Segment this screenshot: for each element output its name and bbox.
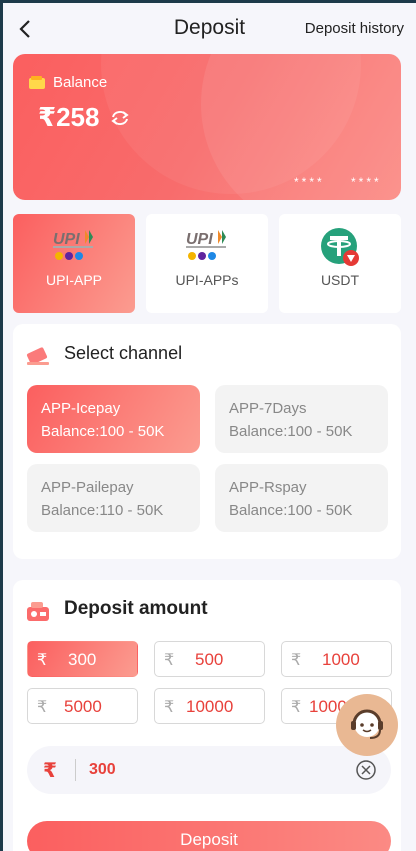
card-number-mask: **** — [351, 175, 382, 189]
channel-range: Balance:110 - 50K — [41, 502, 164, 519]
currency-symbol: ₹ — [291, 652, 302, 669]
method-label: UPI-APPs — [175, 272, 239, 288]
card-number-mask: **** — [294, 175, 325, 189]
amount-value: 10000 — [186, 697, 234, 716]
channel-panel: Select channel APP-Icepay Balance:100 - … — [13, 324, 401, 559]
channel-option[interactable]: APP-Pailepay Balance:110 - 50K — [27, 464, 200, 532]
channel-option[interactable]: APP-Rspay Balance:100 - 50K — [215, 464, 388, 532]
method-upi-apps[interactable]: UPI UPI-APPs — [146, 214, 268, 313]
amount-value: 300 — [68, 650, 97, 669]
channel-range: Balance:100 - 50K — [229, 423, 353, 440]
wallet-icon — [29, 76, 45, 89]
channel-name: APP-7Days — [229, 400, 307, 417]
amount-value: 500 — [195, 650, 224, 669]
amount-value: 1000 — [322, 650, 360, 669]
currency-symbol: ₹ — [291, 699, 302, 716]
section-title: Deposit amount — [64, 598, 208, 619]
amount-preset-button[interactable]: ₹ 10000 — [154, 688, 265, 724]
amount-input[interactable] — [89, 756, 329, 784]
channel-name: APP-Icepay — [41, 400, 121, 417]
channel-range: Balance:100 - 50K — [41, 423, 165, 440]
channel-option[interactable]: APP-7Days Balance:100 - 50K — [215, 385, 388, 453]
amount-value: 5000 — [64, 697, 102, 716]
upi-logo-icon: UPI — [186, 230, 226, 260]
divider — [75, 759, 76, 781]
method-usdt[interactable]: USDT — [279, 214, 401, 313]
channel-name: APP-Pailepay — [41, 479, 134, 496]
balance-card: Balance ₹258 **** **** — [13, 54, 401, 200]
currency-symbol: ₹ — [37, 699, 48, 716]
deposit-amount-icon — [27, 602, 49, 621]
currency-symbol: ₹ — [37, 652, 48, 669]
method-upi-app[interactable]: UPI UPI-APP — [13, 214, 135, 313]
method-label: USDT — [320, 272, 360, 288]
tether-logo-icon — [321, 228, 359, 266]
method-label: UPI-APP — [45, 272, 102, 288]
channel-range: Balance:100 - 50K — [229, 502, 353, 519]
section-title: Select channel — [64, 343, 183, 363]
header: Deposit Deposit history — [3, 3, 416, 55]
refresh-icon[interactable] — [109, 108, 131, 128]
channel-name: APP-Rspay — [229, 479, 307, 496]
amount-preset-button[interactable]: ₹ 1000 — [281, 641, 392, 677]
clear-icon[interactable] — [355, 759, 377, 781]
currency-symbol: ₹ — [164, 652, 175, 669]
channel-card-icon — [26, 347, 49, 365]
svg-text:UPI: UPI — [186, 231, 213, 248]
currency-symbol: ₹ — [43, 760, 57, 782]
deposit-history-link[interactable]: Deposit history — [305, 20, 404, 37]
amount-preset-button[interactable]: ₹ 5000 — [27, 688, 138, 724]
svg-text:UPI: UPI — [53, 231, 80, 248]
upi-logo-icon: UPI — [53, 230, 93, 260]
balance-label: Balance — [53, 74, 108, 91]
amount-preset-button[interactable]: ₹ 500 — [154, 641, 265, 677]
support-agent-icon — [351, 709, 383, 739]
amount-preset-button[interactable]: ₹ 300 — [27, 641, 138, 677]
currency-symbol: ₹ — [164, 699, 175, 716]
balance-amount: ₹258 — [38, 102, 100, 132]
deposit-button[interactable]: Deposit — [27, 821, 391, 851]
customer-support-button[interactable] — [336, 694, 398, 756]
channel-option[interactable]: APP-Icepay Balance:100 - 50K — [27, 385, 200, 453]
